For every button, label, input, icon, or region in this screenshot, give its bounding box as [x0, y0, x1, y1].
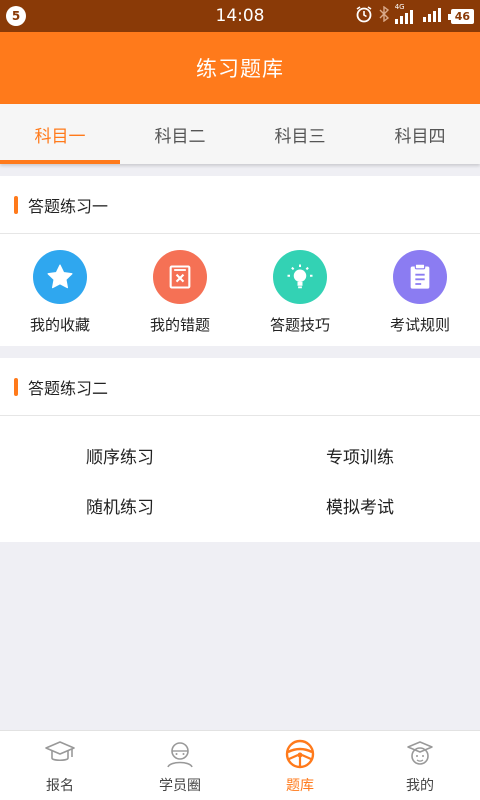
star-icon: [33, 250, 87, 304]
practice-mode-grid: 顺序练习 专项训练 随机练习 模拟考试: [0, 416, 480, 530]
page-title: 练习题库: [0, 32, 480, 104]
status-icons: 4G 46: [355, 3, 474, 27]
wrong-questions-button[interactable]: 我的错题: [120, 250, 240, 335]
wrong-question-icon: [153, 250, 207, 304]
shortcut-row: 我的收藏 我的错题 答题技巧 考试规则: [0, 234, 480, 335]
tips-label: 答题技巧: [269, 316, 330, 334]
steering-wheel-icon: [282, 737, 318, 771]
network-type-label: 4G: [394, 3, 405, 11]
bottom-nav: 报名 学员圈 题库 我的: [0, 730, 480, 800]
sequential-practice-button[interactable]: 顺序练习: [0, 430, 240, 480]
nav-item-signup[interactable]: 报名: [0, 731, 120, 800]
profile-icon: [402, 737, 438, 771]
status-bar: 5 14:08 4G 46: [0, 0, 480, 32]
practice-section-one: 答题练习一 我的收藏 我的错题 答题技巧 考试规则: [0, 176, 480, 346]
nav-item-students[interactable]: 学员圈: [120, 731, 240, 800]
section-title: 答题练习一: [28, 196, 109, 216]
lightbulb-icon: [273, 250, 327, 304]
subject-tabs: 科目一 科目二 科目三 科目四: [0, 104, 480, 164]
tab-subject-3[interactable]: 科目三: [240, 104, 360, 164]
nav-item-question-bank[interactable]: 题库: [240, 731, 360, 800]
tab-subject-4[interactable]: 科目四: [360, 104, 480, 164]
nav-label-students: 学员圈: [159, 778, 201, 794]
graduation-cap-icon: [42, 737, 78, 771]
alarm-icon: [355, 5, 373, 27]
favorites-button[interactable]: 我的收藏: [0, 250, 120, 335]
exam-rules-button[interactable]: 考试规则: [360, 250, 480, 335]
signal-4g-icon: 4G: [394, 3, 417, 24]
tab-subject-2[interactable]: 科目二: [120, 104, 240, 164]
nav-label-question-bank: 题库: [286, 778, 314, 794]
wrong-questions-label: 我的错题: [149, 316, 210, 334]
section-marker: [14, 377, 18, 396]
clipboard-icon: [393, 250, 447, 304]
mock-exam-button[interactable]: 模拟考试: [240, 480, 480, 530]
practice-section-two: 答题练习二 顺序练习 专项训练 随机练习 模拟考试: [0, 358, 480, 542]
random-practice-button[interactable]: 随机练习: [0, 480, 240, 530]
section-marker: [14, 195, 18, 214]
nav-item-mine[interactable]: 我的: [360, 731, 480, 800]
nav-label-mine: 我的: [406, 778, 434, 794]
signal-icon: [422, 6, 445, 26]
tab-subject-1[interactable]: 科目一: [0, 104, 120, 164]
tips-button[interactable]: 答题技巧: [240, 250, 360, 335]
bluetooth-icon: [379, 5, 389, 26]
section-header: 答题练习一: [0, 176, 480, 234]
student-circle-icon: [162, 737, 198, 771]
nav-label-signup: 报名: [46, 778, 74, 794]
exam-rules-label: 考试规则: [389, 316, 450, 334]
favorites-label: 我的收藏: [29, 316, 90, 334]
section-header: 答题练习二: [0, 358, 480, 416]
section-title: 答题练习二: [28, 378, 109, 398]
special-training-button[interactable]: 专项训练: [240, 430, 480, 480]
battery-indicator: 46: [447, 8, 474, 24]
